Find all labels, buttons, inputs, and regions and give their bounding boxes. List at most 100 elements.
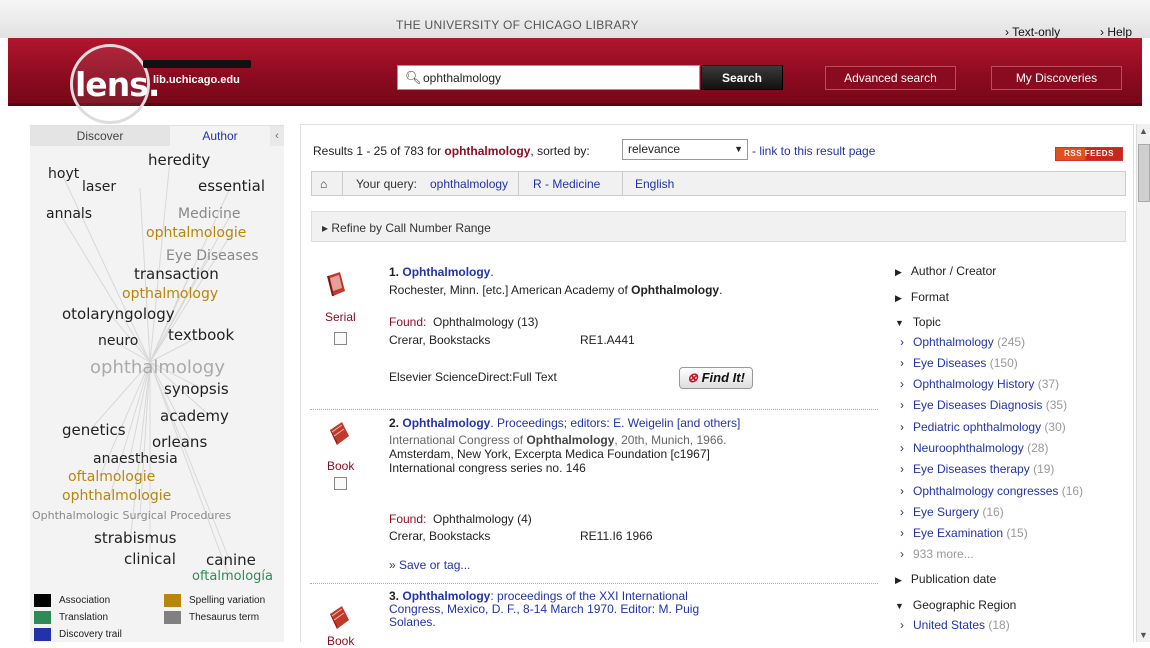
home-icon[interactable]: ⌂: [320, 177, 327, 191]
cloud-word[interactable]: laser: [82, 179, 116, 195]
collapse-panel-button[interactable]: ‹: [270, 126, 284, 146]
link-to-result-page[interactable]: - link to this result page: [752, 144, 875, 158]
search-button[interactable]: Search: [701, 65, 783, 90]
cloud-word[interactable]: genetics: [62, 421, 126, 439]
advanced-search-button[interactable]: Advanced search: [825, 66, 956, 90]
facet-item-count: (15): [1006, 526, 1028, 540]
discover-panel: Discover Author ‹ heredity hoyt laser es…: [30, 125, 284, 642]
cloud-word[interactable]: oftalmología: [192, 569, 273, 584]
cloud-word[interactable]: neuro: [98, 333, 138, 349]
find-it-button[interactable]: ⊗ Find It!: [679, 367, 753, 389]
record-1: 1. Ophthalmology. Rochester, Minn. [etc.…: [389, 265, 879, 297]
legend-swatch: [164, 611, 181, 624]
facet-format[interactable]: ▶ Format: [895, 290, 949, 304]
record-title-link[interactable]: Ophthalmology: [402, 265, 490, 279]
cloud-word[interactable]: strabismus: [94, 529, 177, 547]
record-publisher: Rochester, Minn. [etc.] American Academy…: [389, 283, 879, 297]
cloud-word[interactable]: ophtalmologie: [146, 225, 246, 241]
cloud-word[interactable]: heredity: [148, 151, 210, 169]
record-checkbox[interactable]: [334, 332, 347, 345]
facet-geographic-region[interactable]: ▼ Geographic Region: [895, 598, 1016, 612]
sort-select[interactable]: relevance ▼: [622, 139, 748, 160]
scroll-down-icon[interactable]: ▼: [1139, 630, 1148, 640]
facet-author-creator[interactable]: ▶ Author / Creator: [895, 264, 996, 278]
facet-item[interactable]: › United States (18): [900, 618, 1010, 632]
record-title-rest[interactable]: . Proceedings; editors: E. Weigelin [and…: [490, 416, 740, 430]
serial-icon: [327, 272, 345, 297]
facet-item-label: 933 more...: [913, 547, 974, 561]
facet-item[interactable]: › Eye Surgery (16): [900, 505, 1004, 519]
facet-item[interactable]: › Ophthalmology (245): [900, 335, 1025, 349]
facet-label: Geographic Region: [912, 598, 1017, 612]
breadcrumb: ⌂ Your query: ophthalmology R - Medicine…: [311, 171, 1126, 196]
cloud-word[interactable]: essential: [198, 177, 265, 195]
my-discoveries-button[interactable]: My Discoveries: [991, 66, 1122, 90]
save-or-tag-link[interactable]: » Save or tag...: [389, 558, 470, 572]
facet-item[interactable]: › Eye Diseases therapy (19): [900, 462, 1054, 476]
record-title-link[interactable]: Ophthalmology: [402, 589, 490, 603]
cloud-word[interactable]: oftalmologie: [68, 469, 155, 485]
breadcrumb-medicine[interactable]: R - Medicine: [533, 177, 600, 191]
cloud-word[interactable]: synopsis: [164, 380, 229, 398]
facet-item-count: (245): [997, 335, 1026, 349]
breadcrumb-english[interactable]: English: [635, 177, 674, 191]
logo-url: lib.uchicago.edu: [153, 74, 240, 86]
cloud-word[interactable]: transaction: [134, 265, 219, 283]
help-link[interactable]: › Help: [1100, 25, 1132, 39]
results-suffix: , sorted by:: [530, 144, 590, 158]
facet-item-count: (28): [1027, 441, 1049, 455]
tab-discover[interactable]: Discover: [30, 126, 170, 146]
author-highlight: Ophthalmology: [526, 433, 615, 447]
facet-item-label: Neuroophthalmology: [913, 441, 1024, 455]
lens-logo[interactable]: lens.: [75, 65, 160, 104]
cloud-word[interactable]: ophthalmologie: [62, 488, 171, 504]
facet-item-count: (37): [1037, 377, 1060, 391]
facet-item[interactable]: › Pediatric ophthalmology (30): [900, 420, 1066, 434]
legend-swatch: [34, 611, 51, 624]
legend-label: Spelling variation: [189, 595, 266, 606]
cloud-word[interactable]: annals: [46, 206, 92, 222]
facet-item-label: Eye Diseases: [913, 356, 987, 370]
facet-publication-date[interactable]: ▶ Publication date: [895, 572, 996, 586]
record-checkbox[interactable]: [334, 477, 347, 490]
record-series: International congress series no. 146: [389, 461, 586, 475]
tab-author[interactable]: Author: [170, 126, 270, 146]
text-only-link[interactable]: › Text-only: [1005, 25, 1060, 39]
cloud-word[interactable]: Eye Diseases: [166, 248, 259, 264]
cloud-word[interactable]: Ophthalmologic Surgical Procedures: [32, 509, 231, 522]
breadcrumb-query-link[interactable]: ophthalmology: [430, 177, 508, 191]
scroll-up-icon[interactable]: ▲: [1139, 126, 1148, 136]
facet-more-link[interactable]: › 933 more...: [900, 547, 974, 561]
cloud-word[interactable]: opthalmology: [122, 286, 218, 302]
legend-swatch: [164, 594, 181, 607]
book-icon: [330, 422, 349, 445]
cloud-word[interactable]: textbook: [168, 326, 234, 344]
facet-topic[interactable]: ▼ Topic: [895, 315, 941, 329]
cloud-word[interactable]: orleans: [152, 433, 207, 451]
results-summary: Results 1 - 25 of 783 for ophthalmology,…: [313, 144, 590, 158]
facet-item[interactable]: › Neuroophthalmology (28): [900, 441, 1048, 455]
cloud-word[interactable]: clinical: [124, 550, 176, 568]
search-input[interactable]: [423, 69, 693, 87]
cloud-word[interactable]: otolaryngology: [62, 305, 175, 323]
cloud-word[interactable]: hoyt: [48, 166, 79, 182]
cloud-word[interactable]: ophthalmology: [90, 357, 225, 378]
scrollbar-thumb[interactable]: [1138, 144, 1150, 202]
facet-item[interactable]: › Eye Examination (15): [900, 526, 1028, 540]
facet-item-label: Eye Diseases therapy: [913, 462, 1030, 476]
facet-item[interactable]: › Ophthalmology History (37): [900, 377, 1059, 391]
refine-call-number[interactable]: ▸ Refine by Call Number Range: [311, 211, 1126, 242]
cloud-word[interactable]: canine: [206, 551, 256, 569]
cloud-word[interactable]: academy: [160, 407, 229, 425]
record-fulltext[interactable]: Elsevier ScienceDirect:Full Text: [389, 370, 557, 384]
record-title-link[interactable]: Ophthalmology: [402, 416, 490, 430]
page-scrollbar[interactable]: ▲ ▼: [1136, 124, 1150, 642]
facet-item[interactable]: › Eye Diseases (150): [900, 356, 1018, 370]
facet-item[interactable]: › Ophthalmology congresses (16): [900, 484, 1083, 498]
record-2: 2. Ophthalmology. Proceedings; editors: …: [389, 416, 769, 476]
cloud-word[interactable]: Medicine: [178, 206, 241, 222]
facet-item[interactable]: › Eye Diseases Diagnosis (35): [900, 398, 1067, 412]
cloud-word[interactable]: anaesthesia: [93, 451, 178, 467]
rss-feeds-button[interactable]: RSS FEEDS: [1055, 147, 1123, 161]
record-number: 1.: [389, 265, 400, 279]
